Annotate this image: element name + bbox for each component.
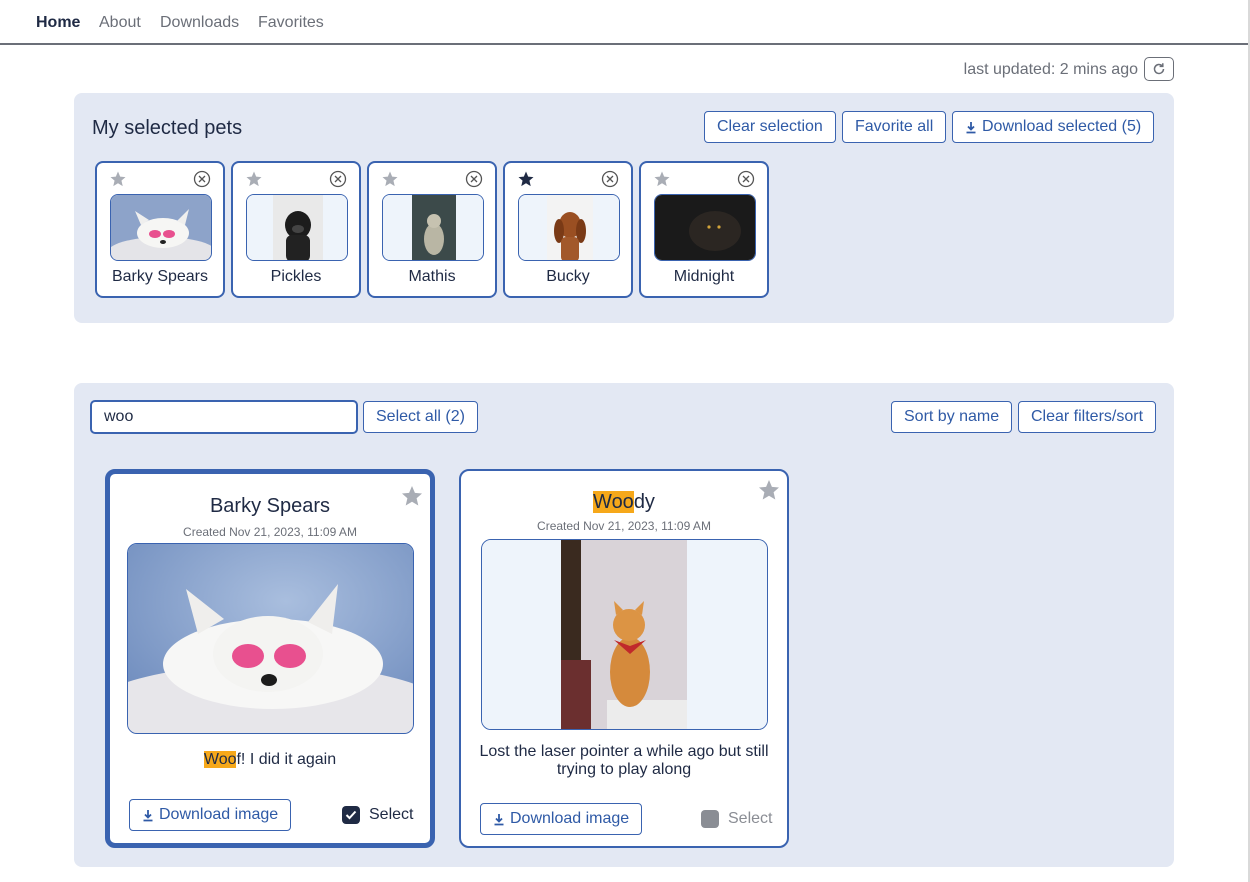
pet-name: Barky Spears	[111, 268, 209, 285]
created-date: Created Nov 21, 2023, 11:09 AM	[183, 525, 357, 539]
refresh-button[interactable]	[1144, 57, 1174, 81]
pet-thumbnail	[246, 194, 348, 261]
pet-list-panel: Select all (2) Sort by name Clear filter…	[74, 383, 1174, 867]
download-image-label: Download image	[510, 810, 630, 827]
pet-photo	[127, 543, 414, 734]
clear-filters-button[interactable]: Clear filters/sort	[1018, 401, 1157, 433]
pet-name: Midnight	[673, 268, 735, 285]
select-label: Select	[369, 806, 414, 823]
pet-thumbnail	[110, 194, 212, 261]
description-text: Lost the laser pointer a while ago but s…	[479, 743, 769, 778]
star-filled-icon[interactable]	[517, 170, 535, 188]
pet-thumbnail	[382, 194, 484, 261]
download-image-button[interactable]: Download image	[480, 803, 643, 835]
star-icon[interactable]	[653, 170, 671, 188]
selected-pet-card[interactable]: Mathis	[367, 161, 497, 298]
sort-by-name-button[interactable]: Sort by name	[891, 401, 1013, 433]
star-icon[interactable]	[400, 484, 424, 508]
nav-downloads[interactable]: Downloads	[160, 14, 239, 32]
selected-pet-card[interactable]: Pickles	[231, 161, 361, 298]
favorite-all-button[interactable]: Favorite all	[842, 111, 947, 143]
select-all-button[interactable]: Select all (2)	[363, 401, 478, 433]
pet-card-title: Woody	[461, 491, 787, 514]
pet-description: Lost the laser pointer a while ago but s…	[471, 743, 777, 779]
refresh-icon	[1153, 63, 1165, 75]
pet-name: Bucky	[546, 268, 590, 285]
download-selected-label: Download selected (5)	[982, 118, 1142, 135]
remove-icon[interactable]	[737, 170, 755, 188]
selected-pets-title: My selected pets	[92, 117, 243, 139]
selected-pet-card[interactable]: Midnight	[639, 161, 769, 298]
title-text: Barky Spears	[209, 495, 331, 517]
remove-icon[interactable]	[193, 170, 211, 188]
download-icon	[966, 121, 976, 133]
top-nav: Home About Downloads Favorites	[0, 0, 1248, 45]
star-icon[interactable]	[109, 170, 127, 188]
select-checkbox[interactable]: Select	[701, 810, 772, 828]
pet-card[interactable]: Barky Spears Created Nov 21, 2023, 11:09…	[105, 469, 435, 848]
nav-favorites[interactable]: Favorites	[258, 14, 324, 32]
search-input[interactable]	[90, 400, 358, 434]
selected-pets-panel: My selected pets Clear selection Favorit…	[74, 93, 1174, 323]
star-icon[interactable]	[245, 170, 263, 188]
pet-thumbnail	[518, 194, 620, 261]
download-icon	[143, 809, 153, 821]
description-highlight: Woo	[203, 751, 237, 768]
select-label: Select	[728, 810, 773, 827]
download-icon	[494, 813, 504, 825]
star-icon[interactable]	[381, 170, 399, 188]
download-image-button[interactable]: Download image	[129, 799, 292, 831]
pet-name: Pickles	[270, 268, 322, 285]
description-text: f! I did it again	[236, 751, 337, 768]
remove-icon[interactable]	[465, 170, 483, 188]
remove-icon[interactable]	[329, 170, 347, 188]
pet-card[interactable]: Woody Created Nov 21, 2023, 11:09 AM Los…	[459, 469, 789, 848]
download-image-label: Download image	[159, 806, 279, 823]
last-updated-text: last updated: 2 mins ago	[963, 61, 1138, 78]
selected-pet-card[interactable]: Bucky	[503, 161, 633, 298]
pet-name: Mathis	[408, 268, 456, 285]
title-highlight: Woo	[593, 491, 634, 513]
title-text: dy	[633, 491, 655, 513]
star-icon[interactable]	[757, 478, 781, 502]
nav-home[interactable]: Home	[36, 14, 80, 32]
pet-thumbnail	[654, 194, 756, 261]
selected-pet-card[interactable]: Barky Spears	[95, 161, 225, 298]
created-date: Created Nov 21, 2023, 11:09 AM	[537, 519, 711, 533]
select-checkbox[interactable]: Select	[342, 806, 413, 824]
remove-icon[interactable]	[601, 170, 619, 188]
pet-description: Woof! I did it again	[120, 751, 420, 769]
download-selected-button[interactable]: Download selected (5)	[952, 111, 1155, 143]
clear-selection-button[interactable]: Clear selection	[704, 111, 836, 143]
pet-photo	[481, 539, 768, 730]
nav-about[interactable]: About	[99, 14, 141, 32]
pet-card-title: Barky Spears	[110, 495, 430, 518]
checkbox-checked-icon[interactable]	[342, 806, 360, 824]
checkbox-unchecked-icon[interactable]	[701, 810, 719, 828]
